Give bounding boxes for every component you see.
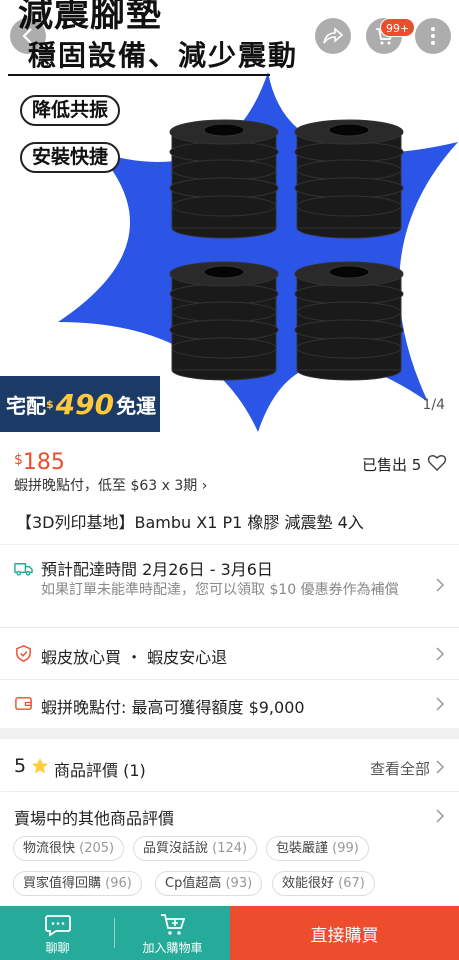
- tag-label: 物流很快: [23, 841, 76, 856]
- price-currency: $: [14, 452, 23, 468]
- tag-count: (124): [212, 841, 248, 856]
- chat-icon: [44, 915, 71, 937]
- free-shipping-promo: 宅配 $ 490 免運: [0, 376, 160, 432]
- credit-limit-text: 蝦拼晚點付: 最高可獲得額度 $9,000: [41, 698, 305, 717]
- chat-button[interactable]: 聊聊: [0, 906, 115, 960]
- chevron-right-icon: [436, 578, 445, 592]
- product-title: 【3D列印基地】Bambu X1 P1 橡膠 減震墊 4入: [16, 513, 364, 532]
- promo-amount: 490: [55, 387, 115, 421]
- review-tag[interactable]: 品質沒話說 (124): [133, 836, 258, 861]
- chevron-right-icon: [436, 760, 445, 774]
- back-button[interactable]: [10, 18, 46, 54]
- delivery-guarantee-note: 如果訂單未能準時配達，您可以領取 $10 優惠券作為補償: [41, 582, 399, 598]
- tag-label: 品質沒話說: [143, 841, 209, 856]
- hero-underline: [8, 74, 270, 76]
- more-options-button[interactable]: [415, 18, 451, 54]
- review-tag[interactable]: 效能很好 (67): [272, 871, 375, 896]
- tag-label: Cp值超高: [165, 876, 222, 891]
- tag-count: (67): [338, 876, 365, 891]
- chat-label: 聊聊: [45, 941, 70, 955]
- add-to-cart-button[interactable]: 加入購物車: [115, 906, 230, 960]
- more-vertical-icon: [431, 27, 435, 45]
- share-button[interactable]: [315, 18, 351, 54]
- heart-icon[interactable]: [427, 453, 447, 473]
- review-tag[interactable]: 物流很快 (205): [13, 836, 125, 861]
- promo-prefix: 宅配: [6, 393, 46, 418]
- promo-suffix: 免運: [116, 393, 157, 418]
- tag-count: (99): [332, 841, 359, 856]
- promo-dollar: $: [46, 397, 54, 411]
- feature-pill-resonance: 降低共振: [20, 95, 121, 126]
- pay-later-link[interactable]: 蝦拼晚點付，低至 $63 x 3期 ›: [14, 475, 207, 495]
- shop-reviews-title[interactable]: 賣場中的其他商品評價: [14, 805, 174, 829]
- rubber-mount-image: [169, 119, 279, 239]
- tag-count: (93): [225, 876, 253, 891]
- feature-pill-install: 安裝快捷: [20, 142, 121, 173]
- tag-count: (96): [105, 876, 132, 891]
- product-image-carousel[interactable]: 減震腳墊 穩固設備、減少震動 降低共振 安裝快捷 宅配 $ 490 免運 1/4…: [0, 0, 459, 432]
- price-value: 185: [22, 450, 65, 475]
- image-counter: 1/4: [422, 397, 445, 413]
- add-cart-label: 加入購物車: [142, 941, 203, 955]
- delivery-estimate: 預計配達時間 2月26日 - 3月6日: [41, 560, 273, 579]
- bottom-action-bar: 聊聊 加入購物車 直接購買: [0, 906, 459, 960]
- tag-label: 效能很好: [282, 876, 335, 891]
- cart-count-badge: 99+: [380, 18, 416, 37]
- rubber-mount-image: [294, 119, 404, 239]
- buy-now-button[interactable]: 直接購買: [230, 906, 459, 960]
- product-price: $185: [14, 450, 65, 475]
- arrow-left-icon: [22, 28, 32, 44]
- shipping-row[interactable]: 預計配達時間 2月26日 - 3月6日 如果訂單未能準時配達，您可以領取 $10…: [0, 545, 459, 627]
- chevron-right-icon: [436, 697, 445, 711]
- add-cart-icon: [160, 914, 185, 935]
- tag-count: (205): [79, 841, 115, 856]
- chevron-right-icon[interactable]: [435, 809, 445, 823]
- shop-reviews-section: 賣場中的其他商品評價 物流很快 (205) 品質沒話說 (124) 包裝嚴謹 (…: [0, 792, 459, 908]
- hero-subtitle: 穩固設備、減少震動: [28, 39, 299, 72]
- product-info: $185 已售出 5 蝦拼晚點付，低至 $63 x 3期 › 【3D列印基地】B…: [0, 432, 459, 544]
- product-reviews-header[interactable]: 5 商品評價 (1) 查看全部: [0, 739, 459, 791]
- bottom-separator: [114, 918, 115, 948]
- tag-label: 包裝嚴謹: [276, 841, 329, 856]
- chevron-right-icon: [436, 647, 445, 661]
- rubber-mount-image: [294, 261, 404, 381]
- shield-icon: [16, 645, 31, 662]
- star-icon: [31, 757, 49, 774]
- see-all-reviews-link[interactable]: 查看全部: [370, 758, 430, 779]
- rubber-mount-image: [169, 261, 279, 381]
- sold-count: 已售出 5: [362, 456, 422, 474]
- tag-label: 買家值得回購: [23, 876, 102, 891]
- review-tag[interactable]: 包裝嚴謹 (99): [266, 836, 369, 861]
- pay-later-credit-row[interactable]: 蝦拼晚點付: 最高可獲得額度 $9,000: [0, 680, 459, 728]
- truck-icon: [14, 563, 33, 576]
- reviews-label: 商品評價 (1): [54, 761, 146, 780]
- review-tag[interactable]: Cp值超高 (93): [155, 871, 263, 896]
- guarantee-row[interactable]: 蝦皮放心買 ・ 蝦皮安心退: [0, 628, 459, 679]
- review-tag[interactable]: 買家值得回購 (96): [13, 871, 142, 896]
- guarantee-text: 蝦皮放心買 ・ 蝦皮安心退: [41, 648, 228, 667]
- wallet-icon: [15, 697, 32, 710]
- rating-score: 5: [14, 755, 27, 777]
- share-icon: [323, 27, 343, 44]
